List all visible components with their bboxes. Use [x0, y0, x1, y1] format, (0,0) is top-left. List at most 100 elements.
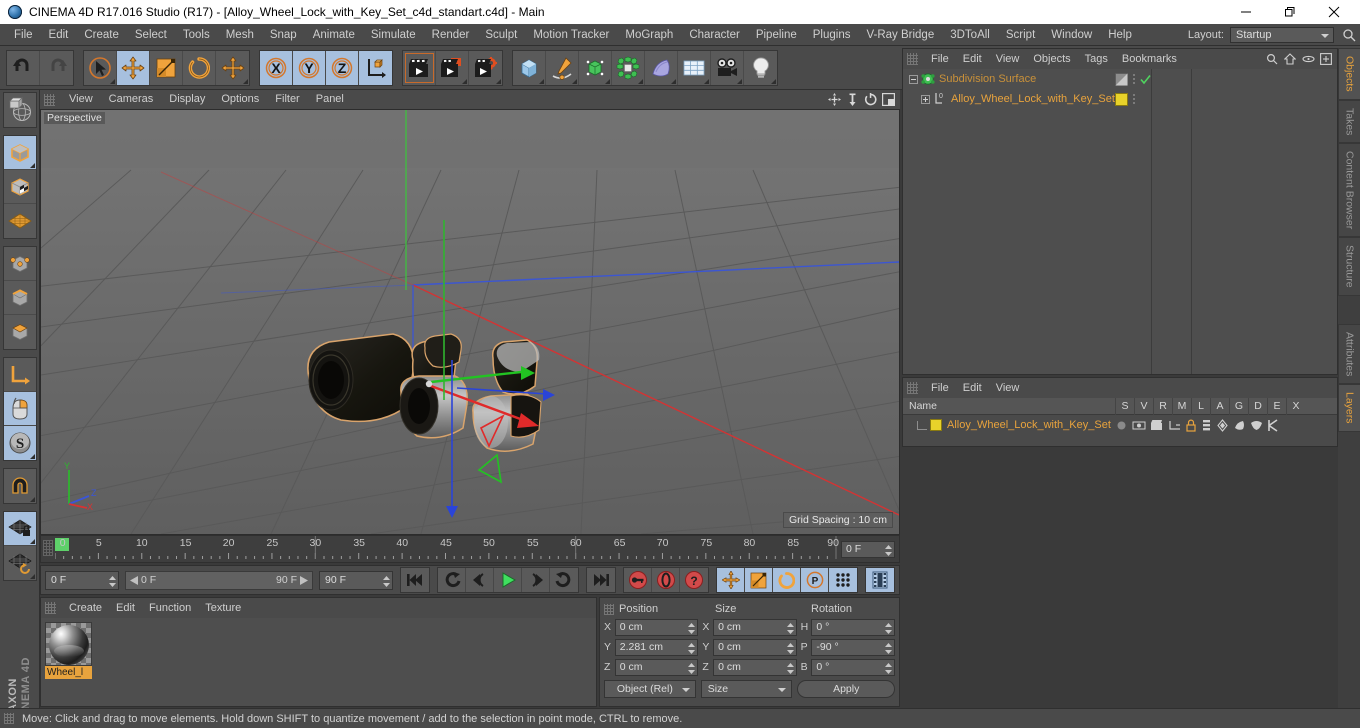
edge-mode-button[interactable]: [3, 281, 36, 315]
menu-render[interactable]: Render: [424, 24, 478, 46]
go-to-next-key-button[interactable]: [550, 568, 578, 592]
autokeying-button[interactable]: [652, 568, 680, 592]
column-g[interactable]: G: [1229, 397, 1248, 415]
spinner-icon[interactable]: [786, 662, 794, 674]
xpresso-icon[interactable]: [1267, 418, 1280, 432]
layer-row[interactable]: Alloy_Wheel_Lock_with_Key_Set: [903, 415, 1337, 435]
menu-snap[interactable]: Snap: [262, 24, 305, 46]
menu-animate[interactable]: Animate: [305, 24, 363, 46]
soft-selection-button[interactable]: S: [3, 426, 36, 460]
spinner-icon[interactable]: [383, 575, 390, 587]
om-menu-view[interactable]: View: [989, 49, 1027, 69]
panel-gripper-icon[interactable]: [907, 53, 918, 65]
pan-view-icon[interactable]: [827, 92, 842, 107]
move-tool[interactable]: [117, 50, 150, 85]
mm-menu-edit[interactable]: Edit: [109, 598, 142, 618]
object-row-alloy-wheel-lock[interactable]: 0 Alloy_Wheel_Lock_with_Key_Set: [903, 89, 1337, 109]
add-light-button[interactable]: [744, 51, 777, 85]
panel-gripper-icon[interactable]: [44, 93, 55, 106]
play-button[interactable]: [494, 568, 522, 592]
render-region-button[interactable]: [436, 50, 469, 85]
record-active-objects-button[interactable]: [624, 568, 652, 592]
om-menu-objects[interactable]: Objects: [1026, 49, 1077, 69]
minimize-button[interactable]: [1224, 0, 1268, 24]
menu-create[interactable]: Create: [76, 24, 127, 46]
generator-icon[interactable]: [1216, 418, 1229, 432]
tab-layers[interactable]: Layers: [1338, 384, 1360, 432]
mm-menu-texture[interactable]: Texture: [198, 598, 248, 618]
menu-edit[interactable]: Edit: [41, 24, 77, 46]
toggle-layout-icon[interactable]: [881, 92, 896, 107]
tag-dots-icon[interactable]: [1133, 94, 1135, 104]
render-settings-button[interactable]: [469, 51, 502, 85]
menu-script[interactable]: Script: [998, 24, 1043, 46]
perspective-viewport[interactable]: Perspective Y Z X Grid Spacing: 10 cm: [40, 109, 900, 535]
spinner-icon[interactable]: [786, 642, 794, 654]
spinner-icon[interactable]: [688, 662, 696, 674]
tag-dots-icon[interactable]: [1133, 74, 1135, 84]
point-mode-button[interactable]: [3, 247, 36, 281]
panel-gripper-icon[interactable]: [43, 540, 53, 556]
search-icon[interactable]: [1340, 26, 1358, 44]
preview-range-slider[interactable]: 0 F 90 F: [125, 570, 313, 590]
rotation-b-field[interactable]: 0 °: [811, 658, 895, 676]
layout-dropdown[interactable]: Startup: [1230, 26, 1334, 43]
make-editable-button[interactable]: [4, 93, 36, 127]
workplane-mode-button[interactable]: [4, 204, 36, 238]
planar-workplane-button[interactable]: [4, 546, 36, 580]
viewport-menu-view[interactable]: View: [61, 90, 101, 109]
deformer-icon[interactable]: [1233, 419, 1246, 432]
new-tab-icon[interactable]: [1319, 52, 1333, 66]
redo-button[interactable]: [40, 51, 73, 85]
lock-workplane-button[interactable]: [3, 512, 36, 546]
size-z-field[interactable]: 0 cm: [713, 658, 797, 676]
position-x-field[interactable]: 0 cm: [614, 618, 699, 636]
model-mode-button[interactable]: [3, 136, 36, 170]
add-scene-object-button[interactable]: [678, 50, 711, 85]
size-x-field[interactable]: 0 cm: [713, 618, 797, 636]
column-a[interactable]: A: [1210, 397, 1229, 415]
spinner-icon[interactable]: [786, 622, 794, 634]
column-e[interactable]: E: [1267, 397, 1286, 415]
material-preview-thumbnail[interactable]: [45, 622, 92, 666]
home-icon[interactable]: [1283, 52, 1297, 66]
menu-3dtoall[interactable]: 3DToAll: [942, 24, 998, 46]
rotation-h-field[interactable]: 0 °: [811, 618, 895, 636]
panel-gripper-icon[interactable]: [45, 602, 56, 614]
go-to-previous-key-button[interactable]: [438, 568, 466, 592]
om-menu-tags[interactable]: Tags: [1078, 49, 1115, 69]
step-forward-button[interactable]: [522, 568, 550, 592]
render-icon[interactable]: [1150, 419, 1164, 432]
column-x[interactable]: X: [1286, 397, 1305, 415]
add-cube-button[interactable]: [513, 50, 546, 85]
column-r[interactable]: R: [1153, 397, 1172, 415]
spinner-icon[interactable]: [884, 662, 892, 674]
spinner-icon[interactable]: [688, 642, 696, 654]
spinner-icon[interactable]: [688, 622, 696, 634]
tab-takes[interactable]: Takes: [1338, 99, 1360, 144]
om-menu-bookmarks[interactable]: Bookmarks: [1115, 49, 1184, 69]
snap-magnet-button[interactable]: [4, 469, 36, 503]
material-tag-icon[interactable]: [1115, 92, 1128, 106]
rotate-tool[interactable]: [183, 50, 216, 85]
panel-gripper-icon[interactable]: [907, 382, 918, 394]
visible-icon[interactable]: [1132, 419, 1146, 432]
lock-x-axis-button[interactable]: X: [260, 50, 293, 85]
mm-menu-create[interactable]: Create: [62, 598, 109, 618]
texture-mode-button[interactable]: [3, 170, 36, 204]
apply-button[interactable]: Apply: [797, 680, 895, 698]
menu-sculpt[interactable]: Sculpt: [477, 24, 525, 46]
preview-max-field[interactable]: 90 F: [319, 570, 393, 590]
spinner-icon[interactable]: [884, 622, 892, 634]
menu-simulate[interactable]: Simulate: [363, 24, 424, 46]
viewport-menu-panel[interactable]: Panel: [308, 90, 352, 109]
add-camera-button[interactable]: [711, 50, 744, 85]
add-spline-button[interactable]: [546, 50, 579, 85]
object-tree[interactable]: Subdivision Surface 0 Alloy_Wheel_Lock_w…: [903, 69, 1337, 374]
object-row-subdivision-surface[interactable]: Subdivision Surface: [903, 69, 1337, 89]
eye-icon[interactable]: [1301, 52, 1315, 66]
add-generator-button[interactable]: [579, 50, 612, 85]
spinner-icon[interactable]: [884, 642, 892, 654]
manager-icon[interactable]: [1168, 419, 1181, 432]
lock-y-axis-button[interactable]: Y: [293, 50, 326, 85]
